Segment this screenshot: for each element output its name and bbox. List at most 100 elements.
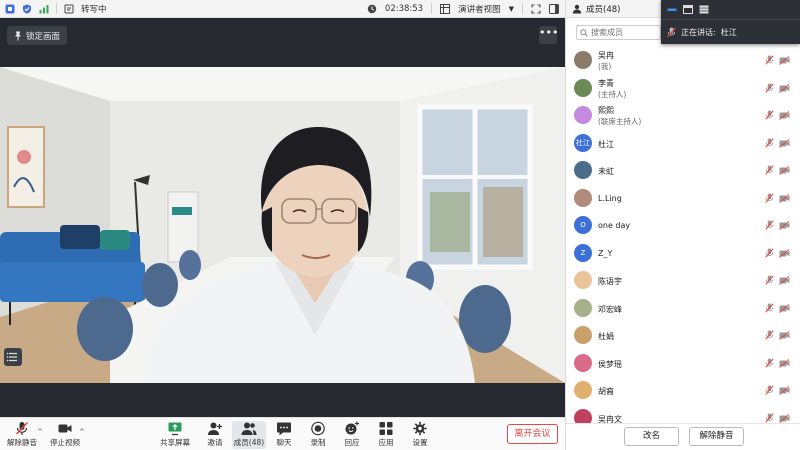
member-row[interactable]: 李青 (主持人) bbox=[566, 75, 800, 102]
mic-muted-icon[interactable] bbox=[765, 247, 774, 258]
member-name: one day bbox=[598, 221, 631, 230]
members-panel: 成员(48) 吴冉(我)李青(主持人)熙熙(联席主持人)杜江杜江未虹L.Ling… bbox=[565, 0, 800, 450]
member-name: 熙熙 bbox=[598, 106, 614, 115]
settings-button[interactable]: 设置 bbox=[403, 421, 437, 449]
list-view-button[interactable] bbox=[4, 348, 22, 366]
camera-off-icon[interactable] bbox=[779, 193, 790, 203]
mic-muted-icon[interactable] bbox=[765, 55, 774, 65]
speaking-indicator-window[interactable]: 正在讲话: 杜江 bbox=[661, 0, 800, 44]
avatar bbox=[574, 106, 592, 124]
mic-muted-icon[interactable] bbox=[765, 220, 774, 230]
camera-off-icon[interactable] bbox=[779, 138, 790, 148]
member-row[interactable]: 未虹 bbox=[566, 157, 800, 184]
member-row[interactable]: 陈语宇 bbox=[566, 267, 800, 294]
fullscreen-icon[interactable] bbox=[531, 3, 541, 14]
apps-button[interactable]: 应用 bbox=[369, 421, 403, 449]
members-button[interactable]: 成员(48) bbox=[232, 421, 266, 449]
camera-off-icon[interactable] bbox=[779, 331, 790, 340]
camera-off-icon[interactable] bbox=[779, 303, 790, 313]
member-row[interactable]: 侯梦瑶 bbox=[566, 350, 800, 377]
chat-button[interactable]: 聊天 bbox=[267, 421, 301, 449]
top-status-bar: 转写中 02:38:53 演讲者视图 ▼ bbox=[0, 0, 565, 18]
member-row[interactable]: 吴冉 (我) bbox=[566, 47, 800, 74]
member-row[interactable]: 熙熙 (联席主持人) bbox=[566, 102, 800, 129]
member-row[interactable]: Oone day bbox=[566, 212, 800, 239]
lock-view-button[interactable]: 锁定画面 bbox=[7, 26, 68, 45]
chat-icon bbox=[277, 422, 291, 436]
mic-muted-icon[interactable] bbox=[765, 275, 774, 285]
member-row[interactable]: 胡裔 bbox=[566, 377, 800, 404]
minimize-icon[interactable] bbox=[667, 5, 677, 14]
speaking-name: 杜江 bbox=[720, 27, 737, 37]
reactions-button[interactable]: 回应 bbox=[335, 421, 369, 449]
avatar: 杜江 bbox=[574, 133, 592, 152]
view-mode-selector[interactable]: 演讲者视图 bbox=[458, 3, 501, 15]
avatar bbox=[574, 188, 592, 207]
member-name: 侯梦瑶 bbox=[598, 359, 622, 369]
unmute-all-button[interactable]: 解除静音 bbox=[689, 427, 744, 446]
mic-muted-icon[interactable] bbox=[765, 302, 774, 313]
member-row[interactable]: 邓宏峰 bbox=[566, 295, 800, 322]
share-screen-icon bbox=[168, 422, 182, 436]
rename-button[interactable]: 改名 bbox=[624, 427, 679, 446]
member-search-input[interactable] bbox=[591, 28, 657, 37]
member-row[interactable]: 吴冉文 bbox=[566, 405, 800, 423]
mic-muted-icon[interactable] bbox=[765, 82, 774, 93]
members-label: 成员(48) bbox=[233, 438, 265, 447]
invite-button[interactable]: 邀请 bbox=[198, 421, 232, 449]
transcribe-icon bbox=[64, 4, 74, 13]
transcribe-status[interactable]: 转写中 bbox=[81, 3, 107, 15]
avatar bbox=[574, 353, 592, 372]
virtual-background-image bbox=[0, 67, 565, 383]
camera-off-icon[interactable] bbox=[779, 276, 790, 285]
mute-button[interactable]: 解除静音 bbox=[5, 421, 39, 449]
window-icon[interactable] bbox=[683, 5, 693, 14]
mic-muted-icon[interactable] bbox=[765, 137, 774, 148]
stop-video-label: 停止视频 bbox=[50, 438, 80, 447]
mic-muted-icon[interactable] bbox=[765, 330, 774, 340]
mute-options-chevron-icon[interactable]: ^ bbox=[37, 428, 43, 436]
share-screen-button[interactable]: 共享屏幕 bbox=[158, 421, 192, 449]
sidebar-toggle-icon[interactable] bbox=[549, 3, 559, 14]
camera-off-icon[interactable] bbox=[779, 413, 790, 423]
member-row[interactable]: Z Z_Y bbox=[566, 240, 800, 267]
camera-off-icon[interactable] bbox=[779, 83, 790, 93]
record-label: 录制 bbox=[310, 438, 326, 447]
member-name: 胡裔 bbox=[598, 387, 614, 396]
list-layout-icon[interactable] bbox=[699, 5, 709, 14]
mic-muted-icon[interactable] bbox=[765, 192, 774, 203]
avatar bbox=[574, 408, 592, 423]
video-options-chevron-icon[interactable]: ^ bbox=[79, 428, 85, 436]
leave-meeting-button[interactable]: 离开会议 bbox=[507, 424, 558, 444]
member-search-box[interactable] bbox=[576, 25, 661, 40]
mic-muted-icon[interactable] bbox=[765, 357, 774, 368]
mic-muted-icon[interactable] bbox=[765, 385, 774, 395]
speaker-video[interactable] bbox=[0, 67, 565, 383]
camera-off-icon[interactable] bbox=[779, 166, 790, 175]
meeting-toolbar: 解除静音 ^ 停止视频 ^ 共享屏幕 邀请 成员(48) 聊天 录制 回应 应用… bbox=[0, 417, 565, 450]
signal-icon[interactable] bbox=[39, 4, 49, 14]
mic-muted-icon[interactable] bbox=[765, 412, 774, 423]
camera-off-icon[interactable] bbox=[779, 386, 790, 395]
member-row[interactable]: L.Ling bbox=[566, 185, 800, 212]
stop-video-button[interactable]: 停止视频 bbox=[48, 421, 82, 449]
camera-off-icon[interactable] bbox=[779, 221, 790, 230]
camera-off-icon[interactable] bbox=[779, 248, 790, 258]
network-icon[interactable] bbox=[5, 4, 15, 14]
camera-off-icon[interactable] bbox=[779, 358, 790, 368]
chevron-down-icon[interactable]: ▼ bbox=[509, 5, 514, 13]
more-options-button[interactable]: ••• bbox=[539, 26, 558, 44]
reactions-label: 回应 bbox=[344, 438, 360, 447]
mic-muted-icon[interactable] bbox=[765, 110, 774, 120]
member-row[interactable]: 杜江 杜江 bbox=[566, 130, 800, 157]
avatar: Z bbox=[574, 243, 592, 262]
record-button[interactable]: 录制 bbox=[301, 421, 335, 449]
shield-icon[interactable] bbox=[22, 4, 32, 14]
grid-view-icon bbox=[440, 3, 451, 14]
speaking-window-body: 正在讲话: 杜江 bbox=[661, 20, 800, 44]
member-row[interactable]: 杜娟 bbox=[566, 322, 800, 349]
camera-off-icon[interactable] bbox=[779, 111, 790, 120]
members-panel-title: 成员(48) bbox=[586, 4, 621, 15]
camera-off-icon[interactable] bbox=[779, 56, 790, 65]
mic-muted-icon[interactable] bbox=[765, 165, 774, 175]
